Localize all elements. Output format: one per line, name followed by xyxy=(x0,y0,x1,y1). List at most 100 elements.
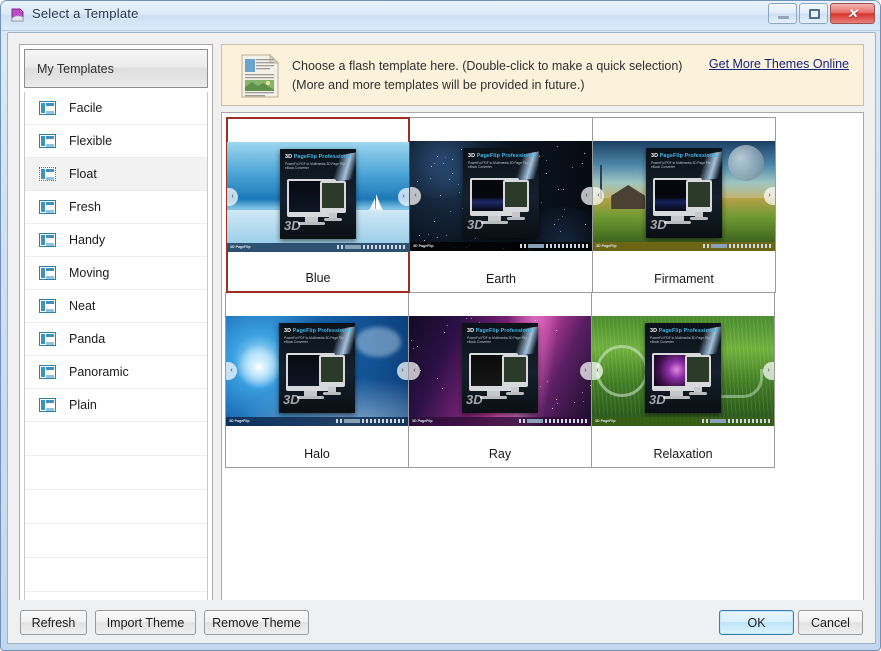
reader-brand: 3D PageFlip xyxy=(412,419,433,423)
sidebar-item-panoramic[interactable]: Panoramic xyxy=(25,356,207,389)
ebook-cover: 3D PageFlip Professional PowerFul PDF to … xyxy=(646,148,722,238)
sidebar-header[interactable]: My Templates xyxy=(24,49,208,88)
template-icon xyxy=(39,266,56,280)
cover-subtitle: PowerFul PDF to Multimedia 3D Page Flip … xyxy=(651,161,711,170)
sidebar-item-label: Facile xyxy=(69,101,103,115)
reader-toolbar: 3D PageFlip xyxy=(409,417,591,426)
template-cell-earth[interactable]: 3D PageFlip Professional PowerFul PDF to … xyxy=(409,117,593,293)
next-arrow-icon[interactable]: › xyxy=(763,362,774,380)
next-arrow-icon[interactable]: › xyxy=(398,188,409,206)
three-d-watermark: 3D xyxy=(466,392,483,407)
cover-title: 3D PageFlip Professional xyxy=(650,328,718,334)
template-name-label: Halo xyxy=(304,447,330,461)
template-icon xyxy=(39,167,56,181)
sidebar-item-label: Flexible xyxy=(69,134,113,148)
cover-title: 3D PageFlip Professional xyxy=(284,328,352,334)
ebook-cover: 3D PageFlip Professional PowerFul PDF to … xyxy=(463,148,539,238)
sidebar-item-moving[interactable]: Moving xyxy=(25,257,207,290)
next-arrow-icon[interactable]: › xyxy=(580,362,591,380)
template-icon xyxy=(39,365,56,379)
import-theme-button[interactable]: Import Theme xyxy=(95,610,196,635)
template-name-label: Relaxation xyxy=(653,447,713,461)
banner-line-2: (More and more templates will be provide… xyxy=(292,78,585,92)
sidebar-item-neat[interactable]: Neat xyxy=(25,290,207,323)
template-cell-relaxation[interactable]: 3D PageFlip Professional PowerFul PDF to … xyxy=(591,292,775,468)
window-title: Select a Template xyxy=(32,6,139,21)
sidebar-item-flexible[interactable]: Flexible xyxy=(25,125,207,158)
sidebar-item-label: Fresh xyxy=(69,200,101,214)
minimize-button[interactable] xyxy=(768,3,797,24)
remove-theme-button[interactable]: Remove Theme xyxy=(204,610,309,635)
template-thumbnail: 3D PageFlip Professional PowerFul PDF to … xyxy=(409,316,591,426)
template-grid: 3D PageFlip Professional PowerFul PDF to … xyxy=(225,117,863,468)
reader-brand: 3D PageFlip xyxy=(230,245,251,249)
template-cell-blue[interactable]: 3D PageFlip Professional PowerFul PDF to … xyxy=(226,117,410,293)
sidebar-item-label: Float xyxy=(69,167,97,181)
reader-tool-icons xyxy=(703,244,771,248)
template-cell-firmament[interactable]: 3D PageFlip Professional PowerFul PDF to … xyxy=(592,117,776,293)
refresh-button[interactable]: Refresh xyxy=(20,610,87,635)
reader-brand: 3D PageFlip xyxy=(229,419,250,423)
sidebar-item-fresh[interactable]: Fresh xyxy=(25,191,207,224)
dialog-button-bar: Refresh Import Theme Remove Theme OK Can… xyxy=(7,600,876,644)
reader-toolbar: 3D PageFlip xyxy=(226,417,408,426)
next-arrow-icon[interactable]: › xyxy=(397,362,408,380)
sidebar-empty-row xyxy=(25,558,207,592)
reader-toolbar: 3D PageFlip xyxy=(410,242,592,251)
template-icon xyxy=(39,398,56,412)
sidebar-header-label: My Templates xyxy=(37,61,114,76)
ebook-cover: 3D PageFlip Professional PowerFul PDF to … xyxy=(645,323,721,413)
template-icon xyxy=(39,233,56,247)
template-icon xyxy=(39,200,56,214)
ebook-cover: 3D PageFlip Professional PowerFul PDF to … xyxy=(279,323,355,413)
reader-toolbar: 3D PageFlip xyxy=(593,242,775,251)
sidebar-item-float[interactable]: Float xyxy=(25,158,207,191)
cover-title: 3D PageFlip Professional xyxy=(651,153,719,159)
imac-small xyxy=(502,355,528,395)
sidebar-item-panda[interactable]: Panda xyxy=(25,323,207,356)
imac-small xyxy=(503,180,529,220)
cover-subtitle: PowerFul PDF to Multimedia 3D Page Flip … xyxy=(285,162,345,171)
three-d-watermark: 3D xyxy=(649,392,666,407)
next-arrow-icon[interactable]: › xyxy=(764,187,775,205)
document-preview-icon xyxy=(240,53,280,98)
sidebar-item-label: Neat xyxy=(69,299,96,313)
reader-tool-icons xyxy=(519,419,587,423)
sidebar-item-facile[interactable]: Facile xyxy=(25,92,207,125)
get-more-themes-link[interactable]: Get More Themes Online xyxy=(709,57,849,71)
sidebar-item-label: Plain xyxy=(69,398,97,412)
three-d-watermark: 3D xyxy=(283,392,300,407)
template-name-label: Ray xyxy=(488,447,512,461)
next-arrow-icon[interactable]: › xyxy=(581,187,592,205)
cover-subtitle: PowerFul PDF to Multimedia 3D Page Flip … xyxy=(650,336,710,345)
template-cell-ray[interactable]: 3D PageFlip Professional PowerFul PDF to … xyxy=(408,292,592,468)
ok-button[interactable]: OK xyxy=(719,610,794,635)
window-controls: ✕ xyxy=(768,3,875,24)
info-banner: Choose a flash template here. (Double-cl… xyxy=(221,44,864,106)
cover-title: 3D PageFlip Professional xyxy=(467,328,535,334)
template-category-list[interactable]: Facile Flexible Float Fresh Handy Moving Neat P… xyxy=(24,92,208,611)
three-d-watermark: 3D xyxy=(650,217,667,232)
close-icon: ✕ xyxy=(847,6,858,21)
ebook-cover: 3D PageFlip Professional PowerFul PDF to … xyxy=(280,149,356,239)
cancel-button[interactable]: Cancel xyxy=(798,610,863,635)
ebook-cover: 3D PageFlip Professional PowerFul PDF to … xyxy=(462,323,538,413)
sidebar-item-plain[interactable]: Plain xyxy=(25,389,207,422)
imac-small xyxy=(320,181,346,221)
templates-content: Choose a flash template here. (Double-cl… xyxy=(221,44,864,614)
reader-toolbar: 3D PageFlip xyxy=(592,417,774,426)
template-icon xyxy=(39,101,56,115)
reader-brand: 3D PageFlip xyxy=(596,244,617,248)
sidebar-item-handy[interactable]: Handy xyxy=(25,224,207,257)
cover-title: 3D PageFlip Professional xyxy=(468,153,536,159)
dialog-client-area: My Templates Facile Flexible Float Fresh Han… xyxy=(7,32,876,643)
reader-tool-icons xyxy=(337,245,405,249)
sidebar-empty-row xyxy=(25,524,207,558)
restore-button[interactable] xyxy=(799,3,828,24)
template-thumbnail: 3D PageFlip Professional PowerFul PDF to … xyxy=(226,316,408,426)
title-bar: Select a Template ✕ xyxy=(1,1,880,31)
sidebar-item-label: Handy xyxy=(69,233,106,247)
template-cell-halo[interactable]: 3D PageFlip Professional PowerFul PDF to … xyxy=(225,292,409,468)
template-grid-panel: 3D PageFlip Professional PowerFul PDF to … xyxy=(221,112,864,614)
close-button[interactable]: ✕ xyxy=(830,3,875,24)
